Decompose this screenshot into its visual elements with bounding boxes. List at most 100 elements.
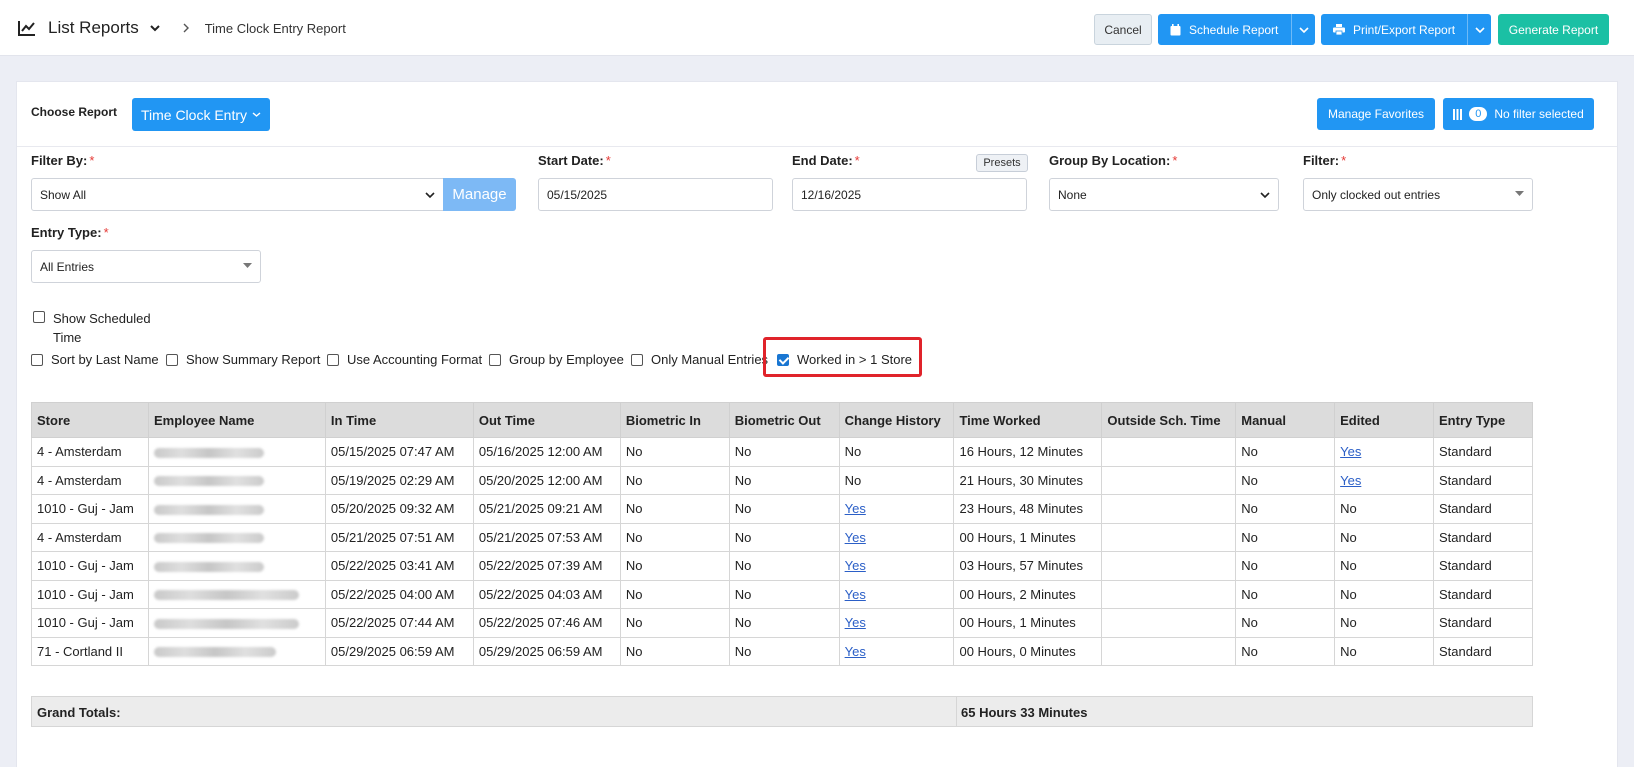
change-history-cell: Yes — [838, 636, 955, 666]
filter-by-value: Show All — [40, 187, 87, 202]
in-time-cell: 05/20/2025 09:32 AM — [324, 494, 474, 524]
store-cell: 1010 - Guj - Jam — [31, 551, 149, 581]
employee-name-cell — [147, 465, 326, 495]
time-worked-cell: 21 Hours, 30 Minutes — [953, 465, 1103, 495]
manual-entries-checkbox[interactable] — [631, 354, 643, 366]
out-time-cell: 05/29/2025 06:59 AM — [472, 636, 621, 666]
manual-cell: No — [1235, 579, 1336, 609]
edited-cell: Yes — [1334, 437, 1434, 467]
manage-button[interactable]: Manage — [443, 178, 516, 211]
store-cell: 4 - Amsterdam — [31, 522, 149, 552]
worked-multi-store-option[interactable]: Worked in > 1 Store — [777, 352, 912, 367]
schedule-report-button[interactable]: Schedule Report — [1158, 14, 1315, 45]
column-header[interactable]: Employee Name — [147, 402, 326, 438]
accounting-format-checkbox[interactable] — [327, 354, 339, 366]
group-by-employee-checkbox[interactable] — [489, 354, 501, 366]
manage-favorites-button[interactable]: Manage Favorites — [1317, 98, 1435, 130]
manual-entries-option[interactable]: Only Manual Entries — [631, 352, 768, 367]
store-cell: 1010 - Guj - Jam — [31, 608, 149, 638]
entry-type-cell: Standard — [1433, 636, 1533, 666]
change-history-link[interactable]: Yes — [845, 501, 866, 516]
filter-selection-button[interactable]: 0 No filter selected — [1443, 98, 1594, 130]
change-history-link[interactable]: Yes — [845, 587, 866, 602]
outside-sch-cell — [1101, 465, 1237, 495]
column-header[interactable]: Time Worked — [953, 402, 1103, 438]
group-by-location-select[interactable]: None — [1049, 178, 1279, 211]
column-header[interactable]: Outside Sch. Time — [1101, 402, 1237, 438]
column-header[interactable]: Biometric In — [619, 402, 730, 438]
entry-type-cell: Standard — [1433, 522, 1533, 552]
column-header[interactable]: Edited — [1334, 402, 1434, 438]
manual-cell: No — [1235, 522, 1336, 552]
change-history-cell: Yes — [838, 551, 955, 581]
show-summary-checkbox[interactable] — [166, 354, 178, 366]
entry-type-select[interactable]: All Entries — [31, 250, 261, 283]
accounting-format-label: Use Accounting Format — [347, 352, 483, 367]
table-row: 4 - Amsterdam 05/19/2025 02:29 AM 05/20/… — [31, 465, 1533, 495]
employee-name-cell — [147, 579, 326, 609]
choose-report-dropdown[interactable]: Time Clock Entry — [132, 98, 270, 131]
change-history-cell: Yes — [838, 494, 955, 524]
show-scheduled-time-option[interactable]: Show Scheduled Time — [33, 309, 151, 347]
column-header[interactable]: Change History — [838, 402, 955, 438]
cancel-button[interactable]: Cancel — [1094, 14, 1152, 45]
outside-sch-cell — [1101, 636, 1237, 666]
caret-down-icon — [243, 263, 252, 268]
column-header[interactable]: In Time — [324, 402, 474, 438]
edited-link[interactable]: Yes — [1340, 444, 1361, 459]
show-scheduled-time-checkbox[interactable] — [33, 311, 45, 323]
group-by-employee-label: Group by Employee — [509, 352, 624, 367]
out-time-cell: 05/21/2025 07:53 AM — [472, 522, 621, 552]
outside-sch-cell — [1101, 437, 1237, 467]
out-time-cell: 05/16/2025 12:00 AM — [472, 437, 621, 467]
chevron-down-icon — [1298, 26, 1309, 33]
edited-link[interactable]: Yes — [1340, 473, 1361, 488]
column-header[interactable]: Entry Type — [1433, 402, 1533, 438]
show-summary-option[interactable]: Show Summary Report — [166, 352, 320, 367]
entry-type-cell: Standard — [1433, 551, 1533, 581]
filter-count-badge: 0 — [1469, 107, 1488, 121]
entry-type-cell: Standard — [1433, 579, 1533, 609]
biometric-out-cell: No — [728, 494, 840, 524]
biometric-out-cell: No — [728, 636, 840, 666]
filter-select[interactable]: Only clocked out entries — [1303, 178, 1533, 211]
change-history-cell: Yes — [838, 522, 955, 552]
line-chart-icon — [18, 21, 35, 36]
divider — [956, 697, 957, 726]
chevron-down-icon — [1474, 26, 1485, 33]
change-history-link[interactable]: Yes — [845, 558, 866, 573]
change-history-link[interactable]: Yes — [845, 644, 866, 659]
print-export-button[interactable]: Print/Export Report — [1321, 14, 1491, 45]
chevron-down-icon[interactable] — [149, 22, 161, 34]
change-history-link[interactable]: Yes — [845, 615, 866, 630]
print-dropdown-toggle[interactable] — [1467, 14, 1491, 45]
start-date-label: Start Date: * — [538, 153, 611, 168]
accounting-format-option[interactable]: Use Accounting Format — [327, 352, 482, 367]
column-header[interactable]: Store — [31, 402, 149, 438]
table-row: 71 - Cortland II 05/29/2025 06:59 AM 05/… — [31, 636, 1533, 666]
column-header[interactable]: Out Time — [472, 402, 621, 438]
group-by-location-label: Group By Location: * — [1049, 153, 1178, 168]
entry-type-cell: Standard — [1433, 465, 1533, 495]
column-header[interactable]: Manual — [1235, 402, 1336, 438]
filter-by-select[interactable]: Show All — [31, 178, 444, 211]
schedule-dropdown-toggle[interactable] — [1291, 14, 1315, 45]
redacted-name — [153, 476, 264, 487]
manual-entries-label: Only Manual Entries — [651, 352, 769, 367]
worked-multi-store-checkbox[interactable] — [777, 354, 789, 366]
generate-report-button[interactable]: Generate Report — [1498, 14, 1609, 45]
table-row: 4 - Amsterdam 05/21/2025 07:51 AM 05/21/… — [31, 522, 1533, 552]
sort-last-name-checkbox[interactable] — [31, 354, 43, 366]
group-by-location-value: None — [1058, 187, 1087, 202]
manual-cell: No — [1235, 608, 1336, 638]
outside-sch-cell — [1101, 579, 1237, 609]
end-date-input[interactable]: 12/16/2025 — [792, 178, 1027, 211]
biometric-in-cell: No — [619, 608, 730, 638]
start-date-input[interactable]: 05/15/2025 — [538, 178, 773, 211]
choose-report-row: Choose Report Time Clock Entry Manage Fa… — [17, 82, 1617, 147]
column-header[interactable]: Biometric Out — [728, 402, 840, 438]
group-by-employee-option[interactable]: Group by Employee — [489, 352, 624, 367]
presets-button[interactable]: Presets — [976, 154, 1028, 172]
sort-last-name-option[interactable]: Sort by Last Name — [31, 352, 159, 367]
change-history-link[interactable]: Yes — [845, 530, 866, 545]
